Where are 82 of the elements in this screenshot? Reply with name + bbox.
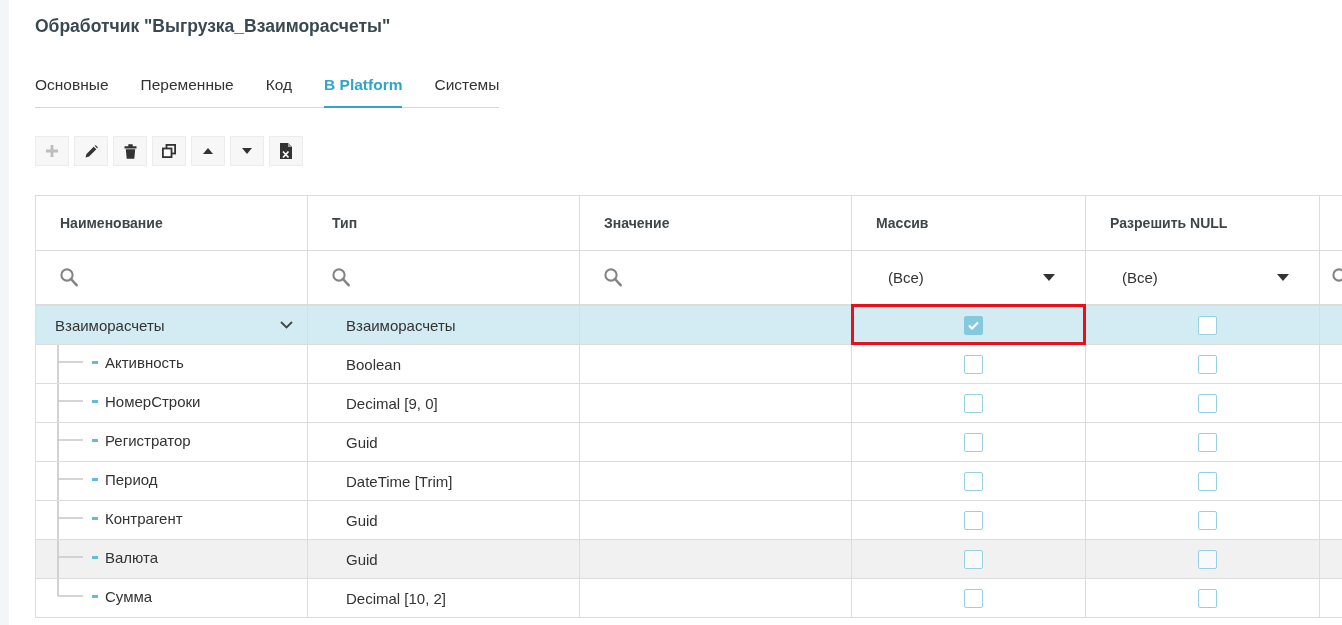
column-header[interactable]: Разрешить NULL (1086, 196, 1320, 251)
tree-line (57, 384, 84, 422)
tree-item-label: Взаиморасчеты (55, 316, 165, 334)
delete-button[interactable] (113, 136, 147, 166)
column-header[interactable]: Массив (852, 196, 1086, 251)
file-x-icon (280, 143, 292, 159)
move-down-button[interactable] (230, 136, 264, 166)
trash-icon (123, 143, 137, 159)
table-row[interactable]: НомерСтроки Decimal [9, 0] (36, 384, 1342, 423)
tree-item-label: НомерСтроки (105, 392, 201, 410)
checkbox[interactable] (964, 354, 983, 374)
tree-item-label: Валюта (105, 548, 159, 566)
checkbox[interactable] (1198, 315, 1217, 335)
search-icon (332, 268, 350, 287)
checkbox[interactable] (964, 471, 983, 491)
dash-icon (92, 399, 98, 403)
copy-button[interactable] (152, 136, 186, 166)
search-icon (60, 268, 78, 287)
tree-item-label: Активность (105, 353, 184, 371)
dash-icon (92, 438, 98, 442)
checkbox[interactable] (964, 393, 983, 413)
table-cell: DateTime [Trim] (308, 462, 580, 501)
dash-icon (92, 555, 98, 559)
checkbox[interactable] (1198, 471, 1217, 491)
tab[interactable]: Переменные (140, 68, 234, 108)
page-title: Обработчик "Выгрузка_Взаиморасчеты" (35, 15, 391, 38)
checkbox[interactable] (1198, 549, 1217, 569)
tab[interactable]: Системы (434, 68, 500, 108)
checkbox[interactable] (1198, 393, 1217, 413)
table-row[interactable]: Регистратор Guid (36, 423, 1342, 462)
tree-item-label: Контрагент (105, 509, 183, 527)
column-header[interactable]: Наименование (36, 196, 308, 251)
dash-icon (92, 594, 98, 598)
edit-button[interactable] (74, 136, 108, 166)
caret-down-icon (1043, 274, 1055, 281)
tree-item-label: Сумма (105, 587, 153, 605)
filter-dropdown[interactable]: (Все) (872, 262, 1065, 293)
tab[interactable]: Код (265, 68, 293, 108)
plus-icon (46, 145, 58, 157)
table-cell: Взаиморасчеты (308, 306, 580, 345)
export-button[interactable] (269, 136, 303, 166)
checkbox[interactable] (964, 315, 983, 335)
dash-icon (92, 516, 98, 520)
caret-down-icon (1277, 274, 1289, 281)
tree-line (57, 501, 84, 539)
tab[interactable]: Основные (35, 68, 109, 108)
search-icon (604, 268, 622, 287)
checkbox[interactable] (964, 549, 983, 569)
copy-icon (162, 144, 176, 158)
triangle-up-icon (203, 148, 213, 154)
table-row[interactable]: Взаиморасчеты Взаиморасчеты (36, 306, 1342, 345)
triangle-down-icon (242, 148, 252, 154)
pencil-icon (84, 144, 98, 158)
column-header[interactable]: Значение (580, 196, 852, 251)
tree-item-label: Регистратор (105, 431, 191, 449)
move-up-button[interactable] (191, 136, 225, 166)
checkbox[interactable] (964, 510, 983, 530)
tree-item-label: Период (105, 470, 158, 488)
checkbox[interactable] (1198, 354, 1217, 374)
dash-icon (92, 477, 98, 481)
check-icon (968, 320, 979, 330)
chevron-down-icon[interactable] (280, 321, 293, 329)
tree-line (57, 462, 84, 500)
checkbox[interactable] (1198, 432, 1217, 452)
table-cell: Guid (308, 423, 580, 462)
checkbox[interactable] (964, 588, 983, 608)
dash-icon (92, 360, 98, 364)
table-cell: Decimal [9, 0] (308, 384, 580, 423)
tree-line (57, 345, 84, 383)
table-row[interactable]: Период DateTime [Trim] (36, 462, 1342, 501)
filter-dropdown[interactable]: (Все) (1106, 262, 1299, 293)
table-row[interactable]: Сумма Decimal [10, 2] (36, 579, 1342, 618)
table-cell: Guid (308, 540, 580, 579)
table-row[interactable]: Валюта Guid (36, 540, 1342, 579)
checkbox[interactable] (964, 432, 983, 452)
tree-line (57, 423, 84, 461)
checkbox[interactable] (1198, 510, 1217, 530)
table-cell: Boolean (308, 345, 580, 384)
checkbox[interactable] (1198, 588, 1217, 608)
table-cell: Decimal [10, 2] (308, 579, 580, 618)
column-header[interactable]: Тип (308, 196, 580, 251)
table-row[interactable]: Активность Boolean (36, 345, 1342, 384)
